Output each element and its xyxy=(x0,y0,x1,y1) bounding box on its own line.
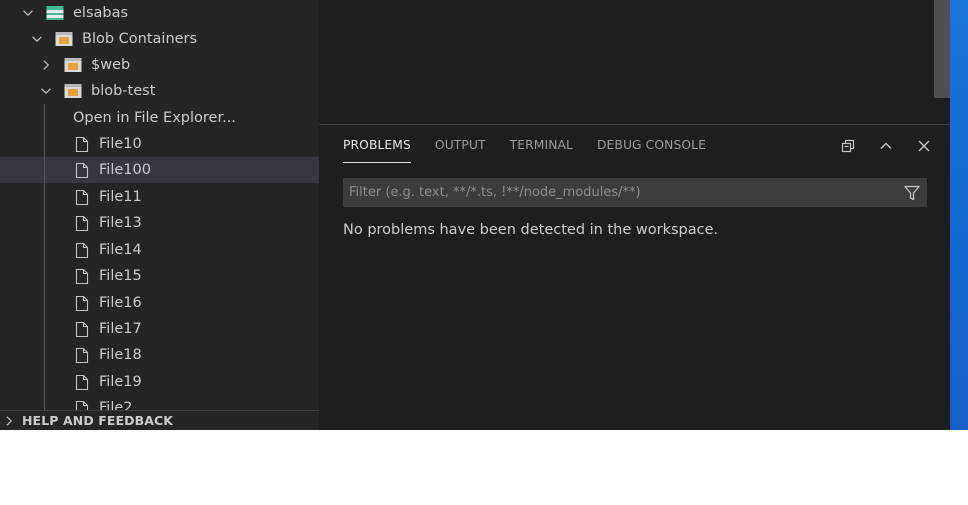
editor-scrollbar-thumb[interactable] xyxy=(934,0,950,98)
tree-indent-guide xyxy=(44,104,45,410)
tree-item-file[interactable]: File13 xyxy=(0,210,319,236)
tree-item-label: $web xyxy=(91,57,131,73)
tree-item-label: File16 xyxy=(99,295,142,311)
restore-panel-icon[interactable] xyxy=(836,135,860,157)
tree-item-file[interactable]: File17 xyxy=(0,316,319,342)
tree-item-label: Blob Containers xyxy=(82,31,198,47)
tree-item-file[interactable]: File2 xyxy=(0,395,319,410)
tree-item-label: File15 xyxy=(99,268,142,284)
tree-item-file[interactable]: File15 xyxy=(0,263,319,289)
tree-item-file[interactable]: File18 xyxy=(0,342,319,368)
tree-item-file[interactable]: File14 xyxy=(0,237,319,263)
file-icon xyxy=(75,162,89,179)
tree-item-label: File19 xyxy=(99,374,142,390)
tree-item-label: File18 xyxy=(99,347,142,363)
panel-tabs: PROBLEMS OUTPUT TERMINAL DEBUG CONSOLE xyxy=(319,125,706,165)
tree-item-file[interactable]: File19 xyxy=(0,369,319,395)
vscode-window: elsabas Blob Containers $web blob-test O… xyxy=(0,0,968,430)
tree-item-container-web[interactable]: $web xyxy=(0,52,319,78)
tree-item-blob-containers[interactable]: Blob Containers xyxy=(0,26,319,52)
problems-filter-input[interactable] xyxy=(343,178,897,207)
chevron-up-icon[interactable] xyxy=(874,135,898,157)
tree-item-label: File100 xyxy=(99,162,151,178)
tree-item-label: blob-test xyxy=(91,83,156,99)
panel-actions xyxy=(822,135,936,157)
file-icon xyxy=(75,295,89,312)
chevron-down-icon[interactable] xyxy=(29,31,45,47)
tree-item-file-selected[interactable]: File100 xyxy=(0,157,319,183)
tree-item-storage-account[interactable]: elsabas xyxy=(0,0,319,26)
section-title: HELP AND FEEDBACK xyxy=(22,413,174,428)
tab-terminal[interactable]: TERMINAL xyxy=(510,125,573,165)
editor-area xyxy=(319,0,950,124)
bottom-panel: PROBLEMS OUTPUT TERMINAL DEBUG CONSOLE N… xyxy=(319,124,950,430)
storage-tree: elsabas Blob Containers $web blob-test O… xyxy=(0,0,319,410)
azure-storage-explorer-sidebar: elsabas Blob Containers $web blob-test O… xyxy=(0,0,319,430)
tree-item-label: elsabas xyxy=(73,5,129,21)
tab-debug-console[interactable]: DEBUG CONSOLE xyxy=(597,125,706,165)
tab-output[interactable]: OUTPUT xyxy=(435,125,486,165)
no-problems-message: No problems have been detected in the wo… xyxy=(343,222,719,238)
chevron-down-icon[interactable] xyxy=(38,83,54,99)
file-icon xyxy=(75,347,89,364)
tree-item-file[interactable]: File10 xyxy=(0,131,319,157)
tree-item-file[interactable]: File11 xyxy=(0,184,319,210)
tab-problems[interactable]: PROBLEMS xyxy=(343,125,411,165)
file-icon xyxy=(75,400,89,410)
help-and-feedback-section-header[interactable]: HELP AND FEEDBACK xyxy=(0,410,319,430)
filter-icon[interactable] xyxy=(897,178,927,207)
desktop-wallpaper-edge xyxy=(950,0,968,430)
file-icon xyxy=(75,215,89,232)
tree-item-label: File13 xyxy=(99,215,142,231)
tree-item-label: File2 xyxy=(99,400,133,410)
open-in-file-explorer-action[interactable]: Open in File Explorer... xyxy=(0,105,319,131)
file-icon xyxy=(75,136,89,153)
storage-account-icon xyxy=(46,5,64,21)
tree-item-label: File10 xyxy=(99,136,142,152)
chevron-down-icon[interactable] xyxy=(20,5,36,21)
tree-item-file[interactable]: File16 xyxy=(0,290,319,316)
file-icon xyxy=(75,268,89,285)
container-icon xyxy=(64,57,82,73)
file-icon xyxy=(75,189,89,206)
tree-item-label: File11 xyxy=(99,189,142,205)
file-icon xyxy=(75,374,89,391)
tree-item-container-blob-test[interactable]: blob-test xyxy=(0,78,319,104)
tree-item-label: Open in File Explorer... xyxy=(73,110,236,126)
close-icon[interactable] xyxy=(912,135,936,157)
file-icon xyxy=(75,321,89,338)
container-icon xyxy=(64,83,82,99)
tree-item-label: File17 xyxy=(99,321,142,337)
file-icon xyxy=(75,242,89,259)
chevron-right-icon[interactable] xyxy=(1,413,17,429)
blob-containers-icon xyxy=(55,31,73,47)
problems-filter-box xyxy=(343,178,927,207)
tree-item-label: File14 xyxy=(99,242,142,258)
chevron-right-icon[interactable] xyxy=(38,57,54,73)
